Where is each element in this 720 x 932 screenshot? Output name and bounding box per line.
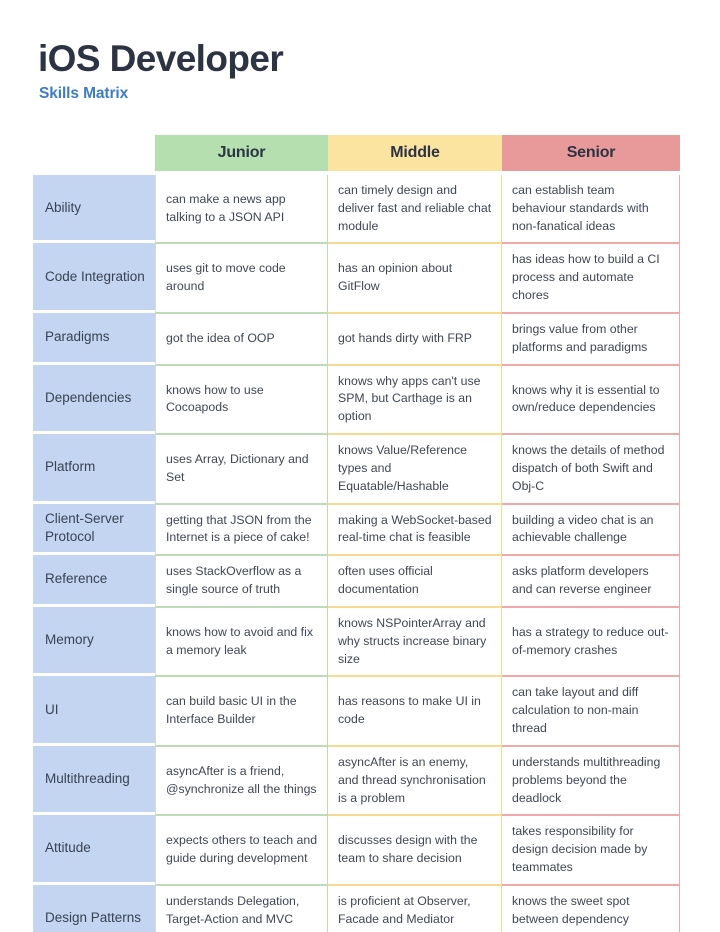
cell-senior-ui: can take layout and diff calculation to … [502,676,680,746]
cell-senior-reference: asks platform developers and can reverse… [502,555,680,607]
cell-text: is proficient at Observer, Facade and Me… [338,893,471,932]
row-label-dependencies: Dependencies [33,364,155,432]
cell-text: asyncAfter is a friend, @synchronize all… [166,763,317,796]
cell-text: knows how to use Cocoapods [166,382,264,415]
cell-junior-ui: can build basic UI in the Interface Buil… [155,676,328,746]
cell-text: uses Array, Dictionary and Set [166,452,309,484]
cell-text: knows why apps can't use SPM, but Cartha… [338,373,481,424]
cell-text: understands multithreading problems beyo… [512,754,661,805]
cell-text: got hands dirty with FRP [338,330,472,345]
cell-junior-code-integration: uses git to move code around [155,243,328,313]
cell-text: knows NSPointerArray and why structs inc… [338,615,487,666]
cell-text: knows Value/Reference types and Equatabl… [338,443,467,493]
page-header: iOS Developer Skills Matrix [38,38,678,103]
cell-junior-design-patterns: understands Delegation, Target-Action an… [155,884,328,932]
cell-text: can build basic UI in the Interface Buil… [166,694,297,727]
column-header-senior: Senior [502,135,680,171]
cell-junior-memory: knows how to avoid and fix a memory leak [155,606,328,677]
page-title: iOS Developer [38,38,284,79]
cell-text: has an opinion about GitFlow [338,261,453,294]
cell-middle-client-server-protocol: making a WebSocket-based real-time chat … [328,503,502,556]
cell-text: can take layout and diff calculation to … [512,685,639,736]
cell-text: asks platform developers and can reverse… [512,564,652,597]
cell-text: takes responsibility for design decision… [512,824,648,875]
row-label-design-patterns: Design Patterns [33,884,155,932]
cell-text: can establish team behaviour standards w… [512,183,649,233]
cell-junior-multithreading: asyncAfter is a friend, @synchronize all… [155,745,328,816]
cell-text: knows why it is essential to own/reduce … [512,382,660,415]
cell-text: has reasons to make UI in code [338,694,481,727]
cell-text: knows the details of method dispatch of … [512,443,665,493]
cell-text: can timely design and deliver fast and r… [338,183,492,233]
cell-text: has ideas how to build a CI process and … [512,252,660,303]
cell-text: expects others to teach and guide during… [166,833,318,866]
cell-middle-ability: can timely design and deliver fast and r… [328,175,502,244]
row-label-ui: UI [33,676,155,743]
cell-text: getting that JSON from the Internet is a… [166,512,312,545]
cell-text: can make a news app talking to a JSON AP… [166,191,286,224]
row-label-attitude: Attitude [33,815,155,882]
skills-matrix-page: iOS Developer Skills Matrix Junior Middle… [0,0,720,932]
cell-text: brings value from other platforms and pa… [512,321,648,354]
cell-text: making a WebSocket-based real-time chat … [338,512,492,545]
cell-middle-multithreading: asyncAfter is an enemy, and thread synch… [328,745,502,816]
cell-senior-memory: has a strategy to reduce out-of-memory c… [502,606,680,677]
cell-senior-client-server-protocol: building a video chat is an achievable c… [502,503,680,556]
cell-text: uses git to move code around [166,261,286,294]
cell-text: understands Delegation, Target-Action an… [166,893,300,932]
row-label-code-integration: Code Integration [33,243,155,310]
cell-junior-dependencies: knows how to use Cocoapods [155,364,328,435]
cell-middle-platform: knows Value/Reference types and Equatabl… [328,434,502,504]
cell-junior-platform: uses Array, Dictionary and Set [155,434,328,504]
cell-senior-design-patterns: knows the sweet spot between dependency … [502,884,680,932]
cell-text: knows how to avoid and fix a memory leak [166,624,313,657]
cell-text: often uses official documentation [338,564,433,597]
cell-junior-client-server-protocol: getting that JSON from the Internet is a… [155,503,328,556]
row-label-client-server-protocol: Client-Server Protocol [33,503,155,553]
row-label-paradigms: Paradigms [33,312,155,362]
cell-junior-ability: can make a news app talking to a JSON AP… [155,175,328,244]
cell-text: uses StackOverflow as a single source of… [166,564,302,597]
cell-middle-design-patterns: is proficient at Observer, Facade and Me… [328,884,502,932]
cell-text: discusses design with the team to share … [338,833,478,866]
row-label-multithreading: Multithreading [33,745,155,813]
cell-text: building a video chat is an achievable c… [512,512,654,545]
column-header-junior: Junior [155,135,328,171]
cell-text: asyncAfter is an enemy, and thread synch… [338,754,486,805]
cell-senior-multithreading: understands multithreading problems beyo… [502,745,680,816]
cell-junior-paradigms: got the idea of OOP [155,312,328,365]
cell-middle-paradigms: got hands dirty with FRP [328,312,502,365]
cell-middle-dependencies: knows why apps can't use SPM, but Cartha… [328,364,502,435]
cell-middle-reference: often uses official documentation [328,555,502,607]
cell-senior-platform: knows the details of method dispatch of … [502,434,680,504]
matrix-grid: Junior Middle Senior Ability can make a news… [33,135,680,932]
cell-junior-attitude: expects others to teach and guide during… [155,815,328,885]
page-subtitle: Skills Matrix [39,85,129,103]
cell-senior-ability: can establish team behaviour standards w… [502,175,680,244]
row-label-reference: Reference [33,555,155,604]
cell-senior-dependencies: knows why it is essential to own/reduce … [502,364,680,435]
cell-middle-ui: has reasons to make UI in code [328,676,502,746]
cell-middle-attitude: discusses design with the team to share … [328,815,502,885]
cell-middle-memory: knows NSPointerArray and why structs inc… [328,606,502,677]
cell-junior-reference: uses StackOverflow as a single source of… [155,555,328,607]
cell-senior-code-integration: has ideas how to build a CI process and … [502,243,680,313]
cell-middle-code-integration: has an opinion about GitFlow [328,243,502,313]
row-label-memory: Memory [33,606,155,674]
row-label-platform: Platform [33,434,155,501]
matrix-corner-cell [33,135,155,171]
cell-senior-paradigms: brings value from other platforms and pa… [502,312,680,365]
row-label-ability: Ability [33,175,155,241]
cell-senior-attitude: takes responsibility for design decision… [502,815,680,885]
column-header-middle: Middle [328,135,502,171]
skills-matrix-table: Junior Middle Senior Ability can make a news… [33,135,680,932]
cell-text: got the idea of OOP [166,330,275,345]
cell-text: knows the sweet spot between dependency … [512,893,664,932]
cell-text: has a strategy to reduce out-of-memory c… [512,624,669,657]
